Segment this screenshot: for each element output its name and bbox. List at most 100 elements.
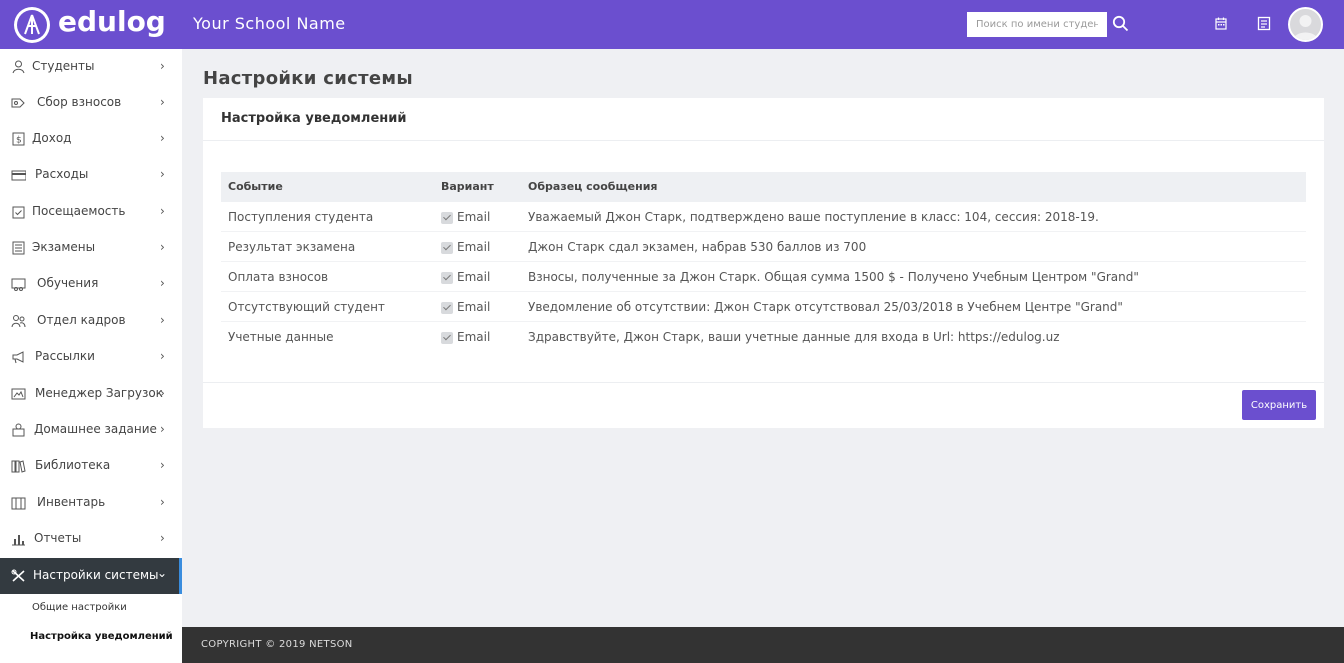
sidebar-item-label: Студенты bbox=[32, 59, 95, 73]
chevron-right-icon: › bbox=[160, 59, 165, 73]
library-icon bbox=[11, 460, 26, 473]
sidebar-item-label: Сбор взносов bbox=[37, 95, 122, 109]
sidebar-item-label: Отдел кадров bbox=[37, 313, 126, 327]
attendance-icon bbox=[12, 206, 25, 219]
sidebar-item-label: Домашнее задание bbox=[34, 422, 157, 436]
sidebar-item-attendance[interactable]: Посещаемость › bbox=[0, 194, 182, 230]
chevron-right-icon: › bbox=[160, 422, 165, 436]
sidebar-item-label: Расходы bbox=[35, 167, 89, 181]
column-header-message: Образец сообщения bbox=[528, 180, 658, 193]
expenses-icon bbox=[11, 170, 26, 181]
chevron-right-icon: › bbox=[160, 495, 165, 509]
chevron-right-icon: › bbox=[160, 276, 165, 290]
variant-label: Email bbox=[457, 240, 491, 254]
sidebar-item-students[interactable]: Студенты › bbox=[0, 49, 182, 85]
sidebar-subitem-notification-settings[interactable]: Настройка уведомлений bbox=[30, 631, 173, 642]
notes-icon[interactable] bbox=[1257, 16, 1271, 31]
event-cell: Отсутствующий студент bbox=[228, 300, 385, 314]
save-button[interactable]: Сохранить bbox=[1242, 390, 1316, 420]
event-cell: Поступления студента bbox=[228, 210, 374, 224]
sidebar-item-training[interactable]: Обучения › bbox=[0, 266, 182, 302]
sidebar-subitem-general-settings[interactable]: Общие настройки bbox=[32, 602, 127, 613]
sidebar-item-label: Инвентарь bbox=[37, 495, 106, 509]
sidebar-item-label: Рассылки bbox=[35, 349, 95, 363]
chevron-right-icon: › bbox=[160, 167, 165, 181]
email-checkbox[interactable] bbox=[441, 212, 453, 224]
training-icon bbox=[11, 278, 26, 291]
variant-label: Email bbox=[457, 300, 491, 314]
sidebar-item-hr[interactable]: Отдел кадров › bbox=[0, 303, 182, 339]
chevron-right-icon: › bbox=[160, 349, 165, 363]
divider bbox=[203, 382, 1324, 383]
sidebar-item-fees[interactable]: Сбор взносов › bbox=[0, 85, 182, 121]
column-header-event: Событие bbox=[228, 180, 283, 193]
email-checkbox[interactable] bbox=[441, 242, 453, 254]
sidebar: Студенты › Сбор взносов › $ Доход › Расх… bbox=[0, 49, 182, 663]
sidebar-item-expenses[interactable]: Расходы › bbox=[0, 157, 182, 193]
chevron-right-icon: › bbox=[160, 313, 165, 327]
reports-icon bbox=[12, 535, 25, 546]
table-row: Оплата взносов Email Взносы, полученные … bbox=[221, 262, 1306, 292]
settings-icon bbox=[11, 569, 25, 582]
sidebar-item-label: Настройки системы bbox=[33, 568, 159, 582]
message-cell: Джон Старк сдал экзамен, набрав 530 балл… bbox=[528, 240, 867, 254]
chevron-right-icon: › bbox=[160, 204, 165, 218]
sidebar-item-system-settings[interactable]: Настройки системы ⌄ bbox=[0, 558, 182, 594]
divider bbox=[203, 140, 1324, 141]
search-input[interactable] bbox=[967, 12, 1107, 37]
sidebar-item-label: Обучения bbox=[37, 276, 99, 290]
sidebar-item-label: Менеджер Загрузок bbox=[35, 386, 163, 400]
variant-label: Email bbox=[457, 270, 491, 284]
sidebar-item-label: Посещаемость bbox=[32, 204, 126, 218]
table-header: Событие Вариант Образец сообщения bbox=[221, 172, 1306, 202]
sidebar-item-label: Экзамены bbox=[32, 240, 96, 254]
sidebar-item-income[interactable]: $ Доход › bbox=[0, 121, 182, 157]
chevron-right-icon: › bbox=[160, 131, 165, 145]
edulog-logo-icon[interactable] bbox=[14, 7, 50, 43]
sidebar-item-library[interactable]: Библиотека › bbox=[0, 448, 182, 484]
footer: COPYRIGHT © 2019 NETSON bbox=[182, 627, 1344, 663]
sidebar-item-downloads[interactable]: Менеджер Загрузок › bbox=[0, 376, 182, 412]
message-cell: Здравствуйте, Джон Старк, ваши учетные д… bbox=[528, 330, 1060, 344]
message-cell: Уведомление об отсутствии: Джон Старк от… bbox=[528, 300, 1123, 314]
table-row: Поступления студента Email Уважаемый Джо… bbox=[221, 202, 1306, 232]
sidebar-item-mailings[interactable]: Рассылки › bbox=[0, 339, 182, 375]
sidebar-item-inventory[interactable]: Инвентарь › bbox=[0, 485, 182, 521]
svg-text:$: $ bbox=[16, 136, 22, 146]
event-cell: Учетные данные bbox=[228, 330, 334, 344]
chevron-right-icon: › bbox=[160, 531, 165, 545]
homework-icon bbox=[12, 423, 25, 437]
copyright-text: COPYRIGHT © 2019 NETSON bbox=[201, 639, 353, 650]
chevron-right-icon: › bbox=[160, 386, 165, 400]
message-cell: Уважаемый Джон Старк, подтверждено ваше … bbox=[528, 210, 1099, 224]
sidebar-item-exams[interactable]: Экзамены › bbox=[0, 230, 182, 266]
event-cell: Результат экзамена bbox=[228, 240, 356, 254]
sidebar-item-label: Библиотека bbox=[35, 458, 111, 472]
fees-icon bbox=[11, 98, 25, 108]
column-header-variant: Вариант bbox=[441, 180, 494, 193]
exams-icon bbox=[12, 241, 25, 255]
sidebar-item-homework[interactable]: Домашнее задание › bbox=[0, 412, 182, 448]
email-checkbox[interactable] bbox=[441, 332, 453, 344]
top-bar: edulog Your School Name bbox=[0, 0, 1344, 49]
sidebar-item-label: Доход bbox=[32, 131, 72, 145]
sidebar-item-reports[interactable]: Отчеты › bbox=[0, 521, 182, 557]
table-row: Результат экзамена Email Джон Старк сдал… bbox=[221, 232, 1306, 262]
logo-text[interactable]: edulog bbox=[58, 5, 166, 38]
notification-settings-card: Настройка уведомлений Событие Вариант Об… bbox=[203, 98, 1324, 428]
email-checkbox[interactable] bbox=[441, 302, 453, 314]
calendar-icon[interactable] bbox=[1215, 17, 1227, 30]
chevron-down-icon: ⌄ bbox=[157, 566, 168, 580]
students-icon bbox=[12, 60, 25, 74]
search-icon[interactable] bbox=[1112, 15, 1129, 32]
avatar[interactable] bbox=[1288, 7, 1323, 42]
income-icon: $ bbox=[12, 132, 25, 146]
variant-label: Email bbox=[457, 330, 491, 344]
card-title: Настройка уведомлений bbox=[221, 111, 407, 126]
email-checkbox[interactable] bbox=[441, 272, 453, 284]
message-cell: Взносы, полученные за Джон Старк. Общая … bbox=[528, 270, 1139, 284]
table-row: Отсутствующий студент Email Уведомление … bbox=[221, 292, 1306, 322]
megaphone-icon bbox=[12, 351, 24, 364]
variant-label: Email bbox=[457, 210, 491, 224]
hr-icon bbox=[11, 315, 26, 328]
